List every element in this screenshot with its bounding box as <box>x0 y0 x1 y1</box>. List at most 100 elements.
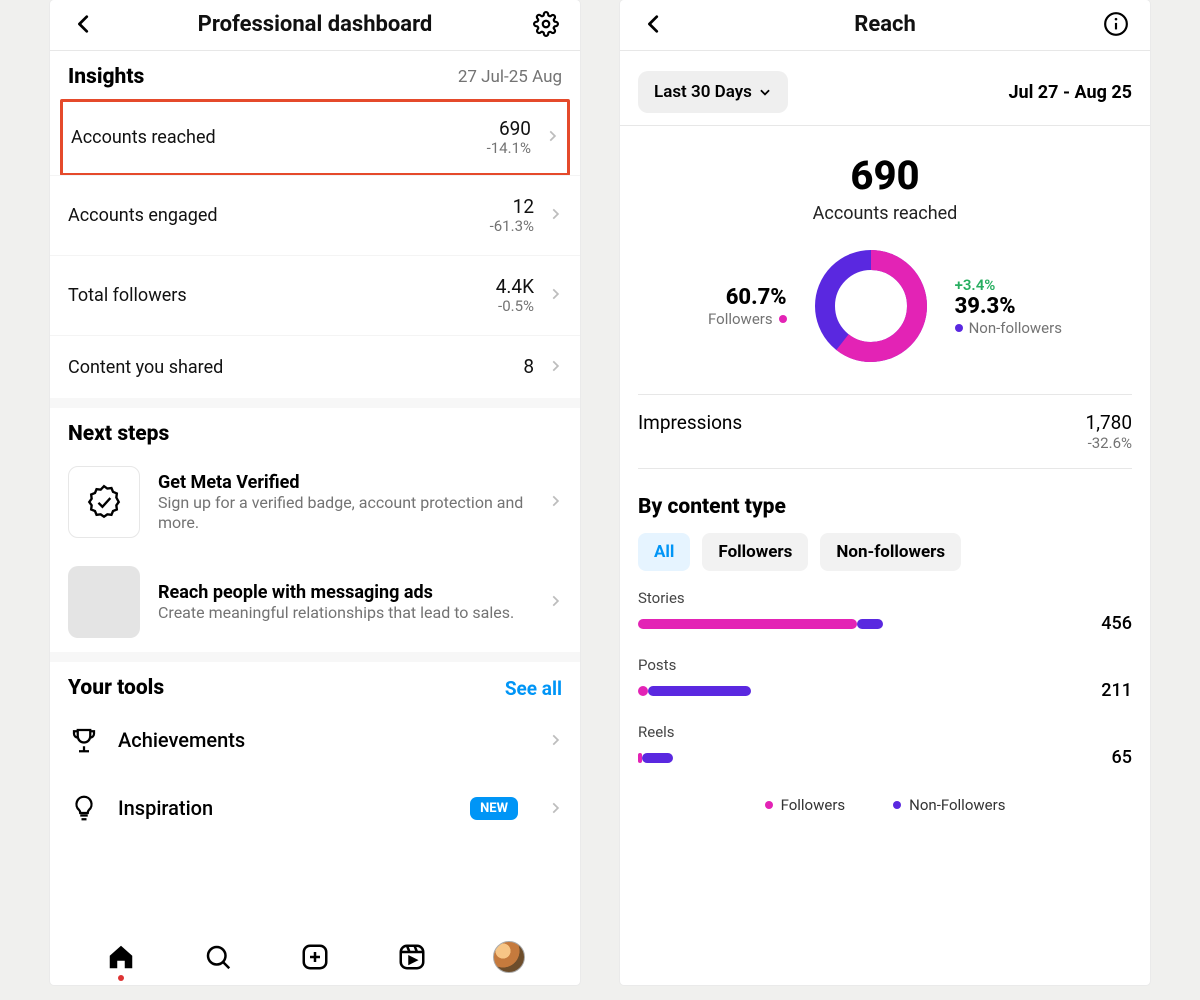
row-impressions[interactable]: Impressions 1,780 -32.6% <box>620 395 1150 468</box>
divider <box>620 125 1150 126</box>
nonfollowers-pct: 39.3% <box>955 294 1062 319</box>
next-steps-title: Next steps <box>68 422 169 446</box>
chevron-right-icon <box>548 728 562 752</box>
donut-graphic <box>811 246 931 366</box>
metric-delta: -32.6% <box>1086 434 1132 452</box>
tool-label: Inspiration <box>118 796 452 820</box>
bar-reels: Reels 65 <box>638 723 1132 768</box>
tool-achievements[interactable]: Achievements <box>50 706 580 774</box>
nonfollowers-label: Non-followers <box>969 319 1062 337</box>
donut-left-label: 60.7% Followers <box>708 285 787 328</box>
bar-value: 211 <box>1076 680 1132 701</box>
settings-icon[interactable] <box>530 8 562 40</box>
tools-header: Your tools See all <box>50 662 580 706</box>
row-label: Accounts engaged <box>68 205 218 226</box>
page-title: Reach <box>854 12 916 37</box>
bar-stories: Stories 456 <box>638 589 1132 634</box>
dashboard-screen: Professional dashboard Insights 27 Jul-2… <box>50 0 580 985</box>
bar-value: 65 <box>1076 747 1132 768</box>
chevron-right-icon <box>548 493 562 512</box>
bar-seg-nonfollowers <box>642 753 673 763</box>
row-accounts-engaged[interactable]: Accounts engaged 12 -61.3% <box>50 175 580 255</box>
filter-chips: All Followers Non-followers <box>620 533 1150 589</box>
nav-create-icon[interactable] <box>295 937 335 977</box>
legend-nonfollowers: Non-Followers <box>909 796 1005 814</box>
chevron-right-icon <box>548 796 562 820</box>
row-label: Total followers <box>68 285 187 306</box>
dashboard-topbar: Professional dashboard <box>50 0 580 51</box>
dot-icon <box>893 801 901 809</box>
notification-dot <box>118 975 124 981</box>
card-title: Get Meta Verified <box>158 472 530 493</box>
card-meta-verified[interactable]: Get Meta Verified Sign up for a verified… <box>50 452 580 552</box>
tools-title: Your tools <box>68 676 164 700</box>
row-label: Accounts reached <box>71 127 216 148</box>
section-divider <box>50 652 580 662</box>
dot-icon <box>779 315 787 323</box>
daterange-label: Last 30 Days <box>654 82 752 102</box>
chevron-down-icon <box>758 85 772 99</box>
back-icon[interactable] <box>638 8 670 40</box>
insights-header: Insights 27 Jul-25 Aug <box>50 51 580 95</box>
nav-reels-icon[interactable] <box>392 937 432 977</box>
bar-value: 456 <box>1076 613 1132 634</box>
row-label: Content you shared <box>68 357 223 378</box>
row-delta: -0.5% <box>496 298 534 315</box>
row-value: 12 <box>490 196 534 218</box>
bar-seg-nonfollowers <box>648 686 751 696</box>
bar-legend: Followers Non-Followers <box>620 790 1150 834</box>
chevron-right-icon <box>545 127 559 148</box>
insights-daterange: 27 Jul-25 Aug <box>458 67 562 87</box>
metric-label: Impressions <box>638 411 742 452</box>
row-value: 690 <box>487 118 531 140</box>
reach-topbar: Reach <box>620 0 1150 51</box>
bar-label: Reels <box>638 723 1132 741</box>
row-delta: -61.3% <box>490 218 534 235</box>
nonfollowers-delta: +3.4% <box>955 276 1062 294</box>
nav-search-icon[interactable] <box>198 937 238 977</box>
nav-profile-avatar[interactable] <box>489 937 529 977</box>
followers-pct: 60.7% <box>708 285 787 310</box>
row-value: 4.4K <box>496 276 534 298</box>
bar-posts: Posts 211 <box>638 656 1132 701</box>
legend-followers: Followers <box>781 796 846 814</box>
row-total-followers[interactable]: Total followers 4.4K -0.5% <box>50 255 580 335</box>
donut-right-label: +3.4% 39.3% Non-followers <box>955 276 1062 337</box>
card-subtitle: Sign up for a verified badge, account pr… <box>158 493 530 533</box>
chevron-right-icon <box>548 593 562 612</box>
next-steps-header: Next steps <box>50 408 580 452</box>
insights-title: Insights <box>68 65 144 89</box>
card-messaging-ads[interactable]: Reach people with messaging ads Create m… <box>50 552 580 652</box>
card-subtitle: Create meaningful relationships that lea… <box>158 603 530 623</box>
tool-label: Achievements <box>118 728 530 752</box>
lightbulb-icon <box>68 792 100 824</box>
page-title: Professional dashboard <box>198 12 433 37</box>
chip-nonfollowers[interactable]: Non-followers <box>820 533 961 571</box>
chip-followers[interactable]: Followers <box>702 533 808 571</box>
bar-seg-nonfollowers <box>857 619 882 629</box>
chevron-right-icon <box>548 205 562 226</box>
back-icon[interactable] <box>68 8 100 40</box>
row-content-shared[interactable]: Content you shared 8 <box>50 335 580 398</box>
daterange-button[interactable]: Last 30 Days <box>638 71 788 113</box>
avatar <box>493 941 525 973</box>
metric-value: 1,780 <box>1086 411 1132 434</box>
bottom-nav <box>50 923 580 985</box>
row-delta: -14.1% <box>487 140 531 157</box>
row-accounts-reached[interactable]: Accounts reached 690 -14.1% <box>60 99 570 176</box>
new-badge: NEW <box>470 797 518 820</box>
info-icon[interactable] <box>1100 8 1132 40</box>
chevron-right-icon <box>548 285 562 306</box>
nav-home-icon[interactable] <box>101 937 141 977</box>
bar-label: Stories <box>638 589 1132 607</box>
accounts-reached-label: Accounts reached <box>620 203 1150 224</box>
row-value: 8 <box>523 356 534 378</box>
reach-screen: Reach Last 30 Days Jul 27 - Aug 25 690 A… <box>620 0 1150 985</box>
tool-inspiration[interactable]: Inspiration NEW <box>50 774 580 842</box>
bar-label: Posts <box>638 656 1132 674</box>
bar-seg-followers <box>638 619 857 629</box>
chip-all[interactable]: All <box>638 533 690 571</box>
see-all-link[interactable]: See all <box>505 677 562 700</box>
dot-icon <box>955 324 963 332</box>
dot-icon <box>765 801 773 809</box>
